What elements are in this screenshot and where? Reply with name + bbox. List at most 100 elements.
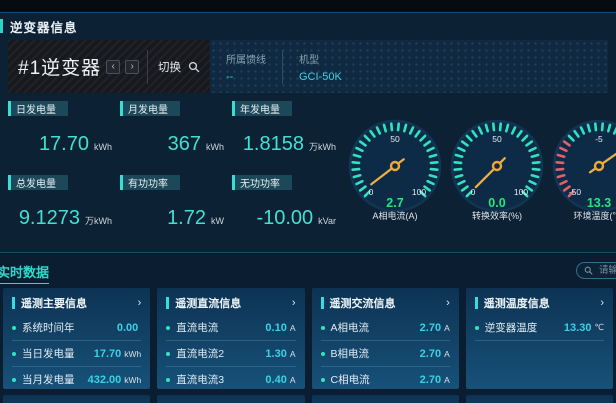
meta-label: 所属馈线 — [226, 51, 266, 66]
gauge-chart: -50-54013.3环境温度(℃) — [549, 114, 616, 224]
chevron-right-icon[interactable]: › — [292, 298, 296, 309]
stat-card: 总发电量 9.1273 万kWh — [8, 175, 112, 235]
stat-accent-bar — [8, 175, 11, 190]
gauge-min-label: -50 — [569, 187, 582, 197]
card-accent-bar — [321, 297, 324, 309]
card-stub — [3, 395, 150, 403]
data-row: 直流电流 0.10 A — [166, 315, 295, 341]
data-row: 直流电流3 0.40 A — [166, 367, 295, 389]
chevron-right-icon[interactable]: › — [600, 298, 604, 309]
card-header[interactable]: 遥测温度信息 › — [466, 288, 613, 315]
gauge-mid-label: 50 — [492, 134, 502, 144]
gauge-value: 2.7 — [386, 196, 403, 210]
row-label: 直流电流3 — [176, 372, 224, 387]
row-value: 2.70 — [420, 348, 441, 360]
realtime-cards-row: 遥测主要信息 › 系统时间年 0.00 当日发电量 17.70 kWh 当月发电… — [3, 288, 613, 389]
gauge-chart: 0501002.7A相电流(A) — [345, 114, 445, 224]
stat-unit: 万kWh — [85, 214, 112, 227]
row-label: C相电流 — [331, 372, 370, 387]
data-row: 逆变器温度 13.30 ℃ — [475, 315, 604, 341]
stat-label: 总发电量 — [16, 175, 56, 190]
realtime-card: 遥测温度信息 › 逆变器温度 13.30 ℃ — [466, 288, 613, 389]
row-label: B相电流 — [331, 346, 370, 361]
inverter-info-panel: 逆变器信息 #1逆变器 ‹ › 切换 所属馈线 -- — [0, 12, 616, 253]
header-accent-bar — [0, 19, 3, 33]
realtime-cards-row2 — [3, 395, 613, 403]
stat-unit: kVar — [318, 216, 336, 226]
meta-item-feeder: 所属馈线 -- — [226, 51, 266, 83]
stat-accent-bar — [120, 101, 123, 116]
card-header[interactable]: 遥测直流信息 › — [157, 288, 304, 315]
row-unit: A — [444, 349, 450, 359]
chevron-right-icon[interactable]: › — [446, 298, 450, 309]
row-value: 0.00 — [117, 322, 138, 334]
stat-label: 日发电量 — [16, 101, 56, 116]
stat-value: -10.00 — [232, 207, 313, 230]
stat-value: 9.1273 — [8, 207, 80, 230]
stat-title-strip: 无功功率 — [232, 175, 292, 190]
gauge-min-label: 0 — [471, 187, 476, 197]
stat-unit: 万kWh — [309, 140, 336, 153]
meta-value: GCI-50K — [299, 71, 342, 83]
search-icon — [584, 266, 593, 275]
panel-title: 逆变器信息 — [10, 17, 78, 36]
panel-header: 逆变器信息 — [0, 18, 78, 34]
stat-label: 月发电量 — [128, 101, 168, 116]
stat-value: 1.8158 — [232, 133, 304, 156]
inverter-dashboard: 逆变器信息 #1逆变器 ‹ › 切换 所属馈线 -- — [0, 0, 616, 403]
gauge-mid-label: 50 — [390, 134, 400, 144]
card-header[interactable]: 遥测交流信息 › — [312, 288, 459, 315]
card-title: 遥测交流信息 — [330, 295, 396, 311]
switch-label[interactable]: 切换 — [158, 59, 181, 75]
bullet-icon — [12, 326, 16, 330]
data-row: 系统时间年 0.00 — [12, 315, 141, 341]
chevron-right-icon[interactable]: › — [138, 298, 142, 309]
row-value: 2.70 — [420, 374, 441, 386]
stat-title-strip: 日发电量 — [8, 101, 68, 116]
prev-inverter-button[interactable]: ‹ — [106, 60, 120, 74]
bullet-icon — [166, 378, 170, 382]
row-label: 当日发电量 — [22, 346, 75, 361]
stat-card: 无功功率 -10.00 kVar — [232, 175, 336, 235]
stat-value: 367 — [120, 133, 201, 156]
bullet-icon — [166, 352, 170, 356]
bullet-icon — [166, 326, 170, 330]
stat-unit: kW — [211, 216, 224, 226]
gauge-value: 13.3 — [587, 196, 611, 210]
realtime-search-box[interactable] — [576, 262, 616, 279]
card-stub — [466, 395, 613, 403]
gauge-title: 环境温度(℃) — [574, 210, 616, 221]
search-icon[interactable] — [188, 61, 200, 73]
row-unit: kWh — [124, 349, 141, 359]
data-row: 直流电流2 1.30 A — [166, 341, 295, 367]
row-unit: A — [290, 323, 296, 333]
row-value: 0.40 — [265, 374, 286, 386]
row-label: 当月发电量 — [22, 372, 75, 387]
data-row: 当日发电量 17.70 kWh — [12, 341, 141, 367]
row-label: 直流电流2 — [176, 346, 224, 361]
gauge-value: 0.0 — [488, 196, 505, 210]
card-accent-bar — [166, 297, 169, 309]
gauges-row: 0501002.7A相电流(A)0501000.0转换效率(%)-50-5401… — [345, 114, 616, 224]
gauge-hub — [391, 162, 399, 170]
search-input[interactable] — [597, 264, 616, 277]
stat-title-strip: 月发电量 — [120, 101, 180, 116]
row-value: 2.70 — [420, 322, 441, 334]
row-value: 1.30 — [265, 348, 286, 360]
gauge-max-label: 100 — [412, 187, 426, 197]
stat-accent-bar — [232, 175, 235, 190]
stat-card: 年发电量 1.8158 万kWh — [232, 101, 336, 161]
data-row: B相电流 2.70 A — [321, 341, 450, 367]
card-accent-bar — [12, 297, 15, 309]
gauge-hub — [493, 162, 501, 170]
stat-label: 年发电量 — [240, 101, 280, 116]
row-unit: A — [290, 349, 296, 359]
next-inverter-button[interactable]: › — [125, 60, 139, 74]
divider — [282, 50, 283, 84]
row-label: 系统时间年 — [22, 320, 75, 335]
bullet-icon — [12, 352, 16, 356]
inverter-selector-row: #1逆变器 ‹ › 切换 所属馈线 -- 机型 GCI-50K — [8, 40, 608, 93]
top-strip — [0, 0, 616, 12]
realtime-data-panel: 实时数据 遥测主要信息 › 系统时间年 0.00 当日发电量 17.70 kWh — [0, 254, 616, 403]
card-header[interactable]: 遥测主要信息 › — [3, 288, 150, 315]
